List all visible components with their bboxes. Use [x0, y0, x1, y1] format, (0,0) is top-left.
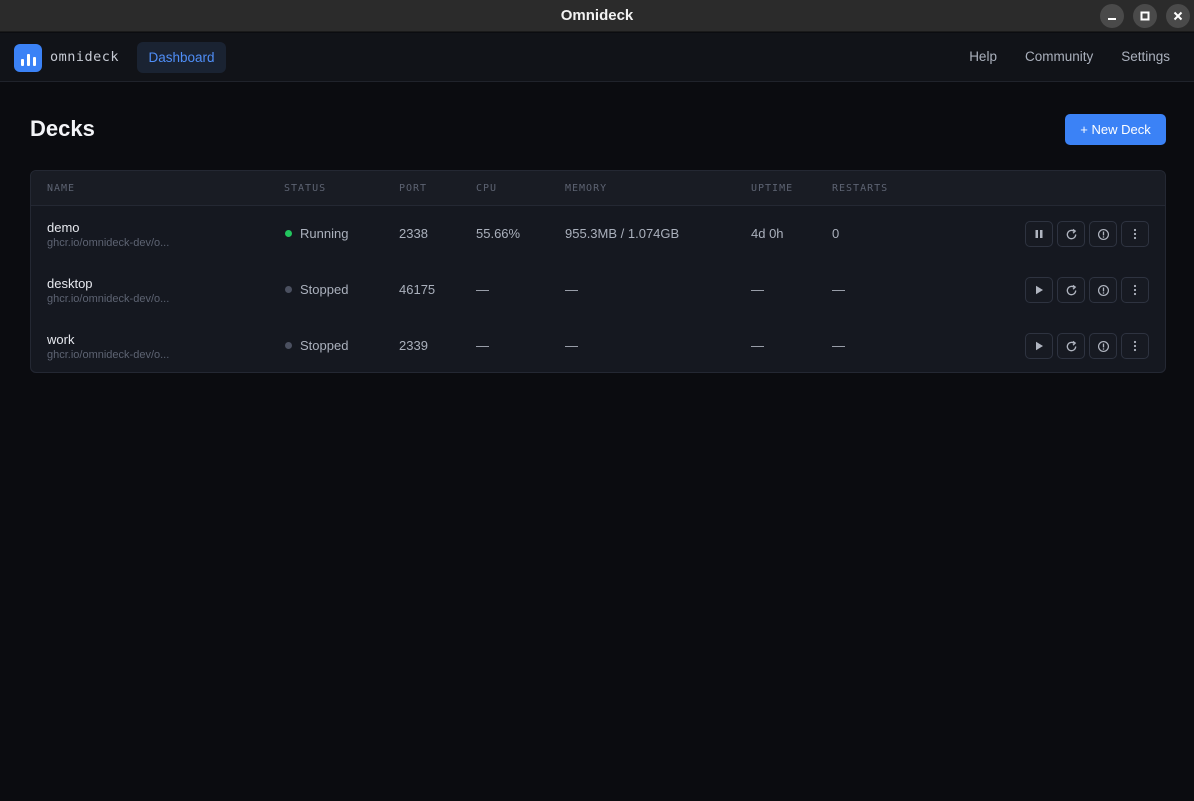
port-value: 2338	[399, 226, 428, 241]
row-actions	[1025, 333, 1149, 359]
maximize-icon	[1140, 11, 1150, 21]
nav-link-help[interactable]: Help	[969, 49, 997, 64]
nav-link-settings[interactable]: Settings	[1121, 49, 1170, 64]
info-icon	[1097, 228, 1109, 240]
memory-value: —	[565, 338, 578, 353]
column-header-port: PORT	[399, 183, 428, 194]
uptime-value: —	[751, 282, 764, 297]
uptime-value: —	[751, 338, 764, 353]
row-actions	[1025, 221, 1149, 247]
table-row[interactable]: desktop ghcr.io/omnideck-dev/o... Stoppe…	[31, 262, 1165, 318]
more-options-button[interactable]	[1121, 221, 1149, 247]
cpu-value: —	[476, 338, 489, 353]
deck-name[interactable]: demo	[47, 220, 80, 235]
column-header-cpu: CPU	[476, 183, 498, 194]
nav-tab-dashboard[interactable]: Dashboard	[137, 42, 226, 73]
start-button[interactable]	[1025, 277, 1053, 303]
column-header-uptime: UPTIME	[751, 183, 794, 194]
deck-name[interactable]: desktop	[47, 276, 93, 291]
column-header-name: NAME	[47, 183, 76, 194]
window-controls	[1100, 4, 1190, 28]
column-header-status: STATUS	[284, 183, 327, 194]
column-header-memory: MEMORY	[565, 183, 608, 194]
restarts-value: 0	[832, 226, 840, 241]
restart-button[interactable]	[1057, 333, 1085, 359]
info-icon	[1097, 284, 1109, 296]
uptime-value: 4d 0h	[751, 226, 784, 241]
brand-name[interactable]: omnideck	[50, 49, 119, 65]
memory-value: —	[565, 282, 578, 297]
start-button[interactable]	[1025, 333, 1053, 359]
decks-table: NAME STATUS PORT CPU MEMORY UPTIME RESTA…	[30, 170, 1166, 373]
deck-image: ghcr.io/omnideck-dev/o...	[47, 237, 170, 249]
page-title: Decks	[30, 116, 95, 141]
close-button[interactable]	[1166, 4, 1190, 28]
top-navbar: omnideck Dashboard Help Community Settin…	[0, 33, 1194, 82]
table-header: NAME STATUS PORT CPU MEMORY UPTIME RESTA…	[31, 171, 1165, 206]
status-text: Stopped	[300, 338, 349, 353]
pause-button[interactable]	[1025, 221, 1053, 247]
table-row[interactable]: demo ghcr.io/omnideck-dev/o... Running 2…	[31, 206, 1165, 262]
status-dot	[285, 286, 292, 293]
status-text: Stopped	[300, 282, 349, 297]
status-dot	[285, 342, 292, 349]
new-deck-button[interactable]: + New Deck	[1065, 114, 1166, 145]
restart-icon	[1066, 284, 1076, 295]
restart-button[interactable]	[1057, 277, 1085, 303]
more-vertical-icon	[1133, 228, 1137, 240]
deck-image: ghcr.io/omnideck-dev/o...	[47, 349, 170, 361]
restarts-value: —	[832, 338, 845, 353]
restart-button[interactable]	[1057, 221, 1085, 247]
info-button[interactable]	[1089, 277, 1117, 303]
nav-links: Help Community Settings	[969, 49, 1170, 64]
restart-icon	[1066, 228, 1076, 239]
pause-icon	[1035, 230, 1043, 238]
restart-icon	[1066, 340, 1076, 351]
info-icon	[1097, 340, 1109, 352]
restarts-value: —	[832, 282, 845, 297]
cpu-value: 55.66%	[476, 226, 521, 241]
more-vertical-icon	[1133, 284, 1137, 296]
close-icon	[1173, 11, 1183, 21]
row-actions	[1025, 277, 1149, 303]
window-title: Omnideck	[560, 7, 634, 24]
port-value: 2339	[399, 338, 428, 353]
more-vertical-icon	[1133, 340, 1137, 352]
more-options-button[interactable]	[1121, 333, 1149, 359]
table-row[interactable]: work ghcr.io/omnideck-dev/o... Stopped 2…	[31, 318, 1165, 372]
play-icon	[1036, 285, 1043, 295]
minimize-button[interactable]	[1100, 4, 1124, 28]
memory-value: 955.3MB / 1.074GB	[565, 226, 680, 241]
deck-name[interactable]: work	[47, 332, 74, 347]
status-text: Running	[300, 226, 349, 241]
cpu-value: —	[476, 282, 489, 297]
maximize-button[interactable]	[1133, 4, 1157, 28]
info-button[interactable]	[1089, 221, 1117, 247]
info-button[interactable]	[1089, 333, 1117, 359]
app-logo-icon[interactable]	[14, 44, 42, 72]
column-header-restarts: RESTARTS	[832, 183, 889, 194]
play-icon	[1036, 341, 1043, 351]
deck-image: ghcr.io/omnideck-dev/o...	[47, 293, 170, 305]
status-dot	[285, 230, 292, 237]
more-options-button[interactable]	[1121, 277, 1149, 303]
nav-link-community[interactable]: Community	[1025, 49, 1093, 64]
port-value: 46175	[399, 282, 436, 297]
minimize-icon	[1108, 18, 1116, 20]
window-titlebar: Omnideck	[0, 0, 1194, 32]
